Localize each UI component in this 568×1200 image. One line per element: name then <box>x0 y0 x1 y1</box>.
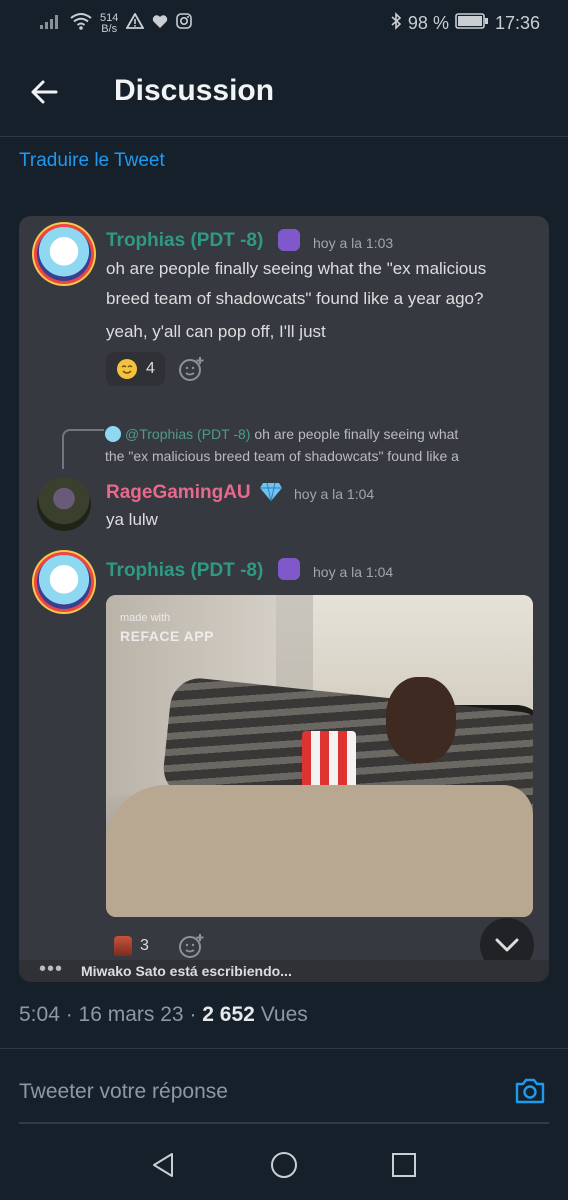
battery-icon <box>455 13 489 34</box>
divider <box>0 1048 568 1049</box>
nav-back-button[interactable] <box>149 1150 179 1180</box>
message-timestamp: hoy a la 1:03 <box>313 235 394 251</box>
nav-recents-icon <box>392 1153 416 1177</box>
signal-icon <box>40 13 62 34</box>
typing-indicator: ••• Miwako Sato está escribiendo... <box>19 958 549 982</box>
tweet-time: 5:04 <box>19 1003 60 1026</box>
nitro-gem-icon <box>259 482 283 502</box>
reply-avatar-icon <box>105 426 121 442</box>
battery-percent: 98 % <box>407 13 449 33</box>
views-label: Vues <box>260 1003 308 1026</box>
tweet-media-screenshot[interactable]: Trophias (PDT -8) hoy a la 1:03 oh are p… <box>19 216 549 982</box>
add-reaction-icon <box>178 932 206 960</box>
reply-mention: @Trophias (PDT -8) <box>125 426 251 442</box>
message-line: breed team of shadowcats" found like a y… <box>106 289 484 308</box>
system-nav-bar <box>0 1130 568 1200</box>
net-speed-unit: B/s <box>101 22 118 35</box>
message-line: yeah, y'all can pop off, I'll just <box>106 322 326 341</box>
watermark-line-1: made with <box>120 612 171 624</box>
image-head <box>386 677 456 763</box>
message-author: Trophias (PDT -8) <box>106 230 264 251</box>
reply-text: oh are people finally seeing what <box>254 426 459 442</box>
message-author: RageGamingAU <box>106 482 251 503</box>
reply-input[interactable]: Tweeter votre réponse <box>19 1080 228 1104</box>
reply-connector <box>62 429 104 469</box>
tweet-date: 16 mars 23 <box>78 1003 184 1026</box>
avatar <box>37 227 91 281</box>
instagram-icon <box>176 13 193 34</box>
message-text: ya lulw <box>106 510 158 529</box>
message-line: oh are people finally seeing what the "e… <box>106 259 487 278</box>
reply-preview: @Trophias (PDT -8) oh are people finally… <box>105 423 525 467</box>
watermark: made with REFACE APP <box>120 609 214 645</box>
nav-home-button[interactable] <box>269 1150 299 1180</box>
reply-text: the "ex malicious breed team of shadowca… <box>105 448 459 464</box>
camera-button[interactable] <box>514 1076 546 1106</box>
warning-icon <box>125 12 145 34</box>
views-count[interactable]: 2 652 <box>202 1003 255 1026</box>
reaction-count: 4 <box>146 360 155 377</box>
tweet-meta: 5:04 · 16 mars 23 · 2 652 Vues <box>19 1003 308 1026</box>
smile-emoji-icon <box>117 359 137 379</box>
nav-recents-button[interactable] <box>389 1150 419 1180</box>
header: Discussion <box>0 48 568 137</box>
reply-underline <box>19 1122 549 1124</box>
wifi-icon <box>70 12 92 35</box>
gif-image: made with REFACE APP <box>106 595 533 917</box>
message-timestamp: hoy a la 1:04 <box>313 564 394 580</box>
page-title: Discussion <box>114 74 275 107</box>
message-timestamp: hoy a la 1:04 <box>294 486 375 502</box>
clock: 17:36 <box>494 13 540 33</box>
watermark-line-2: REFACE APP <box>120 628 214 644</box>
status-bar: 514 B/s 98 % 17:36 <box>0 0 568 48</box>
message-author: Trophias (PDT -8) <box>106 560 264 581</box>
typing-dots-icon: ••• <box>39 958 64 980</box>
cat-emoji-icon <box>278 229 300 251</box>
cat-emoji-icon <box>278 558 300 580</box>
reaction-badge: 4 <box>106 352 165 386</box>
bluetooth-icon <box>390 12 402 35</box>
avatar <box>37 555 91 609</box>
reaction-count: 3 <box>140 937 149 954</box>
avatar <box>37 477 91 531</box>
heart-icon <box>152 13 168 34</box>
typing-text: Miwako Sato está escribiendo... <box>81 963 292 979</box>
reaction-badge: 3 <box>106 929 157 963</box>
net-speed: 514 B/s <box>100 11 119 35</box>
back-button[interactable] <box>28 76 60 108</box>
translate-tweet-link[interactable]: Traduire le Tweet <box>19 150 165 172</box>
back-arrow-icon <box>31 80 58 104</box>
net-speed-value: 514 <box>100 11 119 24</box>
reply-line-1: @Trophias (PDT -8) oh are people finally… <box>105 423 525 445</box>
popcorn-emoji-icon <box>114 936 132 956</box>
nav-back-icon <box>153 1153 173 1177</box>
image-blanket <box>106 785 533 917</box>
nav-home-icon <box>271 1152 297 1178</box>
message-text: oh are people finally seeing what the "e… <box>106 254 486 347</box>
camera-icon <box>515 1078 545 1104</box>
add-reaction-icon <box>178 355 206 383</box>
